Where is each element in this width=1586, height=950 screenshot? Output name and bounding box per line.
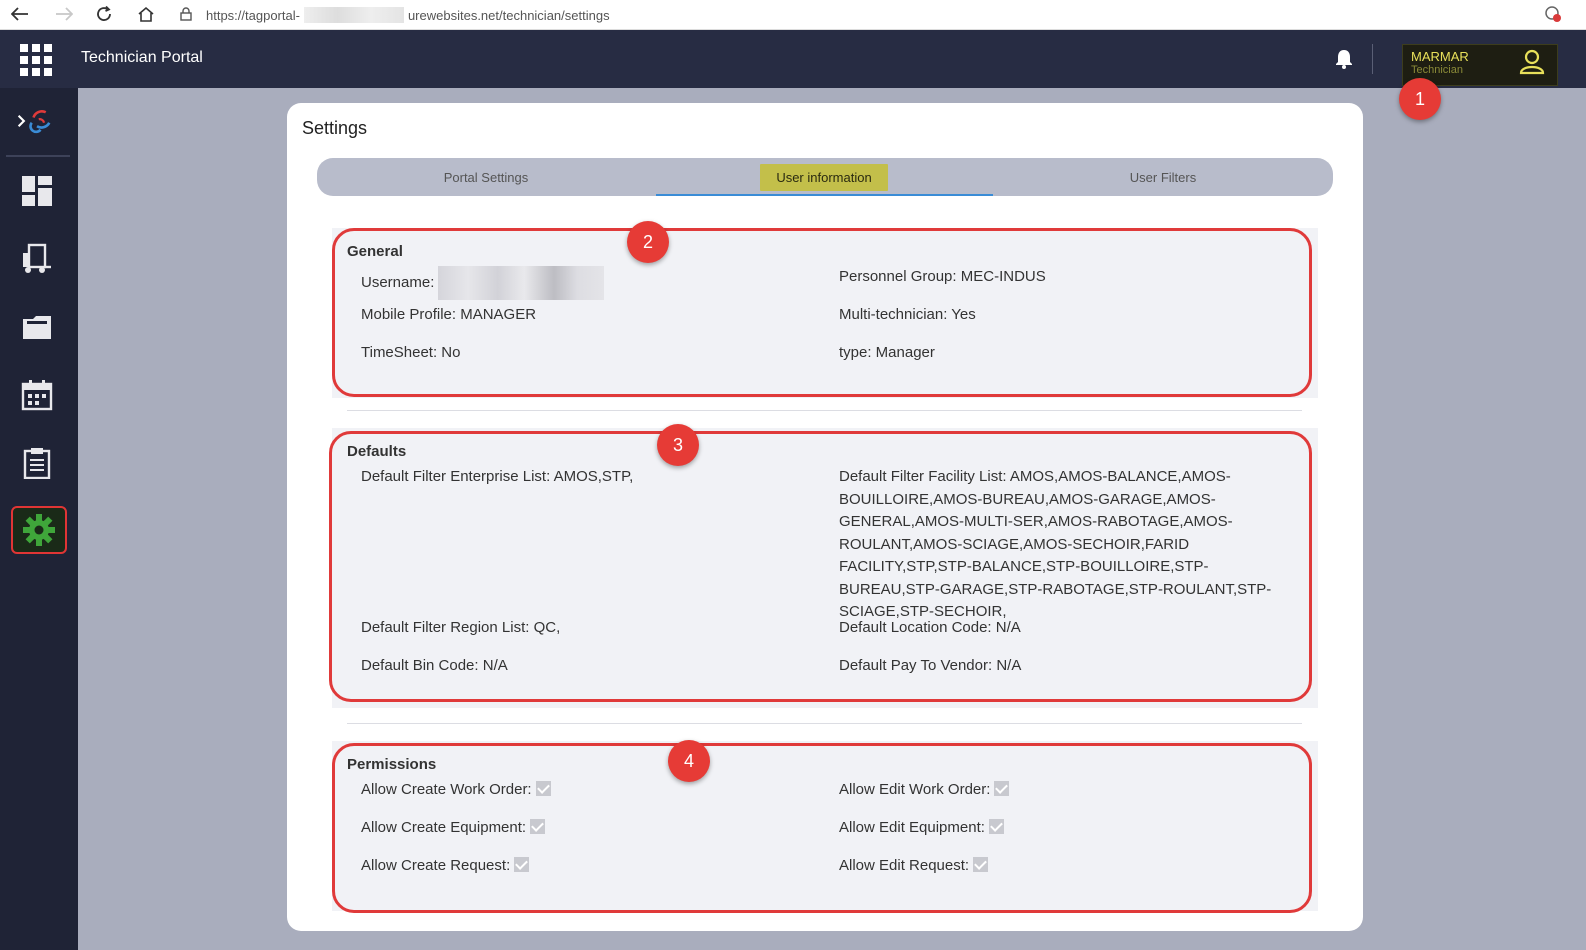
section-divider (347, 410, 1302, 411)
annotation-badge: 1 (1399, 78, 1441, 120)
settings-tabs: Portal Settings User information User Fi… (317, 158, 1333, 196)
browser-toolbar: https://tagportal- urewebsites.net/techn… (0, 0, 1586, 30)
annotation-badge: 2 (627, 221, 669, 263)
back-icon[interactable] (6, 0, 34, 28)
user-avatar-icon[interactable] (1519, 49, 1545, 80)
tab-label: Portal Settings (443, 169, 529, 185)
reload-icon[interactable] (90, 0, 118, 28)
lock-icon (180, 6, 192, 24)
annotation-badge: 3 (657, 424, 699, 466)
annotation-box-general (332, 228, 1312, 397)
calendar-icon[interactable] (16, 374, 58, 416)
url-redacted (303, 7, 404, 23)
logo-icon[interactable] (16, 100, 58, 142)
tab-label: User information (760, 163, 888, 191)
equipment-truck-icon[interactable] (16, 238, 58, 280)
tracking-prevention-icon[interactable] (1544, 5, 1562, 28)
annotation-box-defaults (329, 431, 1312, 702)
notification-bell-icon[interactable] (1334, 48, 1354, 70)
address-bar[interactable]: https://tagportal- urewebsites.net/techn… (180, 3, 610, 27)
annotation-badge: 4 (668, 740, 710, 782)
gear-icon[interactable] (11, 506, 67, 554)
page-title: Settings (302, 118, 368, 138)
clipboard-icon[interactable] (16, 442, 58, 484)
header-divider (1372, 44, 1373, 74)
user-name: MARMAR (1411, 49, 1469, 64)
app-title: Technician Portal (81, 49, 203, 66)
tab-portal-settings[interactable]: Portal Settings (317, 158, 655, 196)
tab-label: User Filters (1129, 169, 1197, 185)
app-launcher-icon[interactable] (20, 44, 52, 76)
forward-icon[interactable] (50, 0, 78, 28)
sidebar (0, 88, 78, 950)
annotation-box-permissions (332, 743, 1312, 913)
tab-user-information[interactable]: User information (655, 158, 993, 196)
url-prefix: https://tagportal- (206, 7, 300, 23)
home-icon[interactable] (132, 0, 160, 28)
folder-icon[interactable] (16, 306, 58, 348)
user-role: Technician (1411, 64, 1463, 76)
sidebar-divider (6, 155, 70, 157)
app-header: Technician Portal MARMAR Technician (0, 30, 1586, 88)
tab-user-filters[interactable]: User Filters (993, 158, 1333, 196)
section-divider (347, 723, 1302, 724)
dashboard-icon[interactable] (16, 170, 58, 212)
url-suffix: urewebsites.net/technician/settings (407, 7, 610, 23)
active-tab-indicator (656, 194, 993, 196)
